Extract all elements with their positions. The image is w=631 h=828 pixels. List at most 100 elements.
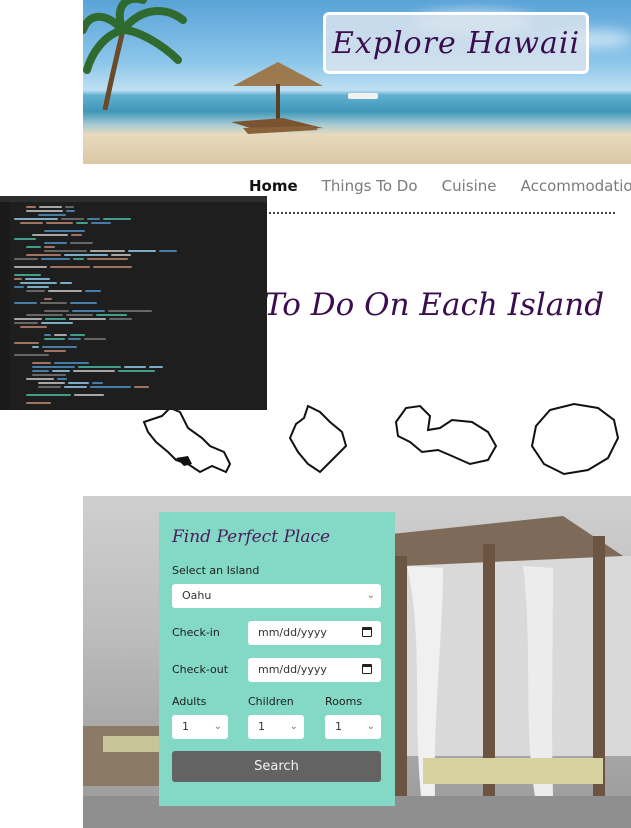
code-token [26, 206, 36, 208]
code-token [76, 222, 88, 224]
code-token [26, 314, 63, 316]
code-token [50, 266, 90, 268]
boat-image [348, 93, 378, 99]
nav-accommodation[interactable]: Accommodation [521, 177, 631, 195]
code-token [39, 206, 62, 208]
code-token [66, 210, 75, 212]
code-token [44, 250, 87, 252]
code-token [92, 382, 103, 384]
island-select[interactable]: Oahu ⌄ [172, 584, 381, 608]
code-token [14, 286, 24, 288]
code-token [72, 310, 105, 312]
code-token [44, 242, 67, 244]
code-token [26, 246, 41, 248]
code-token [71, 234, 82, 236]
rooms-select[interactable]: 1 ⌄ [325, 715, 381, 739]
hawaii-island-icon[interactable] [286, 402, 350, 476]
children-select[interactable]: 1 ⌄ [248, 715, 304, 739]
code-token [90, 250, 125, 252]
code-token [38, 386, 61, 388]
code-token [74, 394, 104, 396]
maui-island-icon[interactable] [392, 402, 500, 472]
checkin-label: Check-in [172, 626, 220, 639]
nav-home[interactable]: Home [249, 177, 298, 195]
code-token [48, 290, 82, 292]
beach-umbrella-image [231, 62, 323, 134]
checkout-date-input[interactable]: mm/dd/yyyy [248, 658, 381, 682]
code-token [103, 218, 131, 220]
code-token [109, 318, 132, 320]
calendar-icon[interactable] [362, 627, 372, 637]
code-token [20, 326, 47, 328]
code-token [70, 302, 97, 304]
code-token [124, 366, 146, 368]
search-button[interactable]: Search [172, 751, 381, 782]
code-token [90, 386, 131, 388]
island-select-value: Oahu [182, 589, 212, 602]
code-token [26, 290, 45, 292]
code-token [84, 338, 106, 340]
editor-gutter [0, 202, 10, 410]
checkin-placeholder: mm/dd/yyyy [258, 626, 327, 639]
code-token [87, 258, 128, 260]
code-token [64, 386, 87, 388]
code-token [54, 362, 89, 364]
oahu-island-icon[interactable] [140, 402, 236, 478]
adults-select[interactable]: 1 ⌄ [172, 715, 228, 739]
nav-cuisine[interactable]: Cuisine [442, 177, 497, 195]
code-token [14, 218, 58, 220]
kauai-island-icon[interactable] [528, 402, 622, 478]
code-token [14, 302, 37, 304]
code-token [73, 370, 115, 372]
code-token [32, 362, 51, 364]
code-token [26, 210, 63, 212]
code-token [159, 250, 177, 252]
form-title: Find Perfect Place [172, 527, 331, 547]
code-token [64, 254, 108, 256]
children-value: 1 [258, 720, 265, 733]
code-token [91, 222, 111, 224]
code-token [66, 314, 93, 316]
code-token [70, 242, 93, 244]
code-token [20, 282, 57, 284]
code-token [68, 382, 89, 384]
code-token [46, 222, 73, 224]
calendar-icon[interactable] [362, 664, 372, 674]
chevron-down-icon: ⌄ [289, 721, 298, 732]
nav-things-to-do[interactable]: Things To Do [322, 177, 418, 195]
code-token [14, 258, 38, 260]
code-token [42, 346, 77, 348]
code-token [73, 258, 84, 260]
chevron-down-icon: ⌄ [213, 721, 222, 732]
code-token [44, 334, 51, 336]
code-token [20, 222, 43, 224]
hero-banner: Explore Hawaii [83, 0, 631, 164]
code-token [32, 374, 66, 376]
island-label: Select an Island [172, 564, 260, 577]
code-token [118, 370, 155, 372]
chevron-down-icon: ⌄ [366, 590, 375, 601]
code-token [61, 218, 84, 220]
rooms-value: 1 [335, 720, 342, 733]
code-token [108, 310, 152, 312]
booking-form: Find Perfect Place Select an Island Oahu… [159, 512, 395, 806]
code-token [25, 278, 50, 280]
checkin-date-input[interactable]: mm/dd/yyyy [248, 621, 381, 645]
code-token [87, 218, 100, 220]
code-token [14, 322, 38, 324]
code-token [45, 318, 66, 320]
code-token [44, 246, 55, 248]
children-label: Children [248, 695, 294, 708]
code-token [14, 318, 42, 320]
code-token [96, 314, 127, 316]
code-token [54, 334, 67, 336]
code-token [26, 394, 71, 396]
code-token [32, 234, 68, 236]
code-token [27, 286, 49, 288]
adults-value: 1 [182, 720, 189, 733]
code-token [14, 278, 22, 280]
checkout-placeholder: mm/dd/yyyy [258, 663, 327, 676]
code-token [44, 310, 69, 312]
hero-title-box: Explore Hawaii [323, 12, 589, 74]
code-token [44, 350, 66, 352]
